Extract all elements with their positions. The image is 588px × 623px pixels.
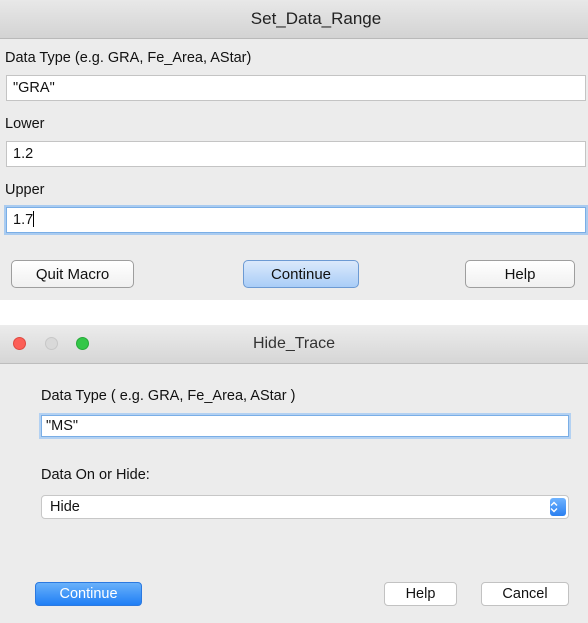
upper-label: Upper <box>5 182 45 198</box>
upper-input[interactable]: 1.7 <box>6 207 586 233</box>
help-button[interactable]: Help <box>384 582 457 606</box>
data-type-label: Data Type (e.g. GRA, Fe_Area, AStar) <box>5 50 252 66</box>
continue-button[interactable]: Continue <box>35 582 142 606</box>
close-icon[interactable] <box>13 337 26 350</box>
dialog-titlebar[interactable]: Hide_Trace <box>0 325 588 364</box>
data-on-or-hide-label: Data On or Hide: <box>41 467 150 483</box>
help-button[interactable]: Help <box>465 260 575 288</box>
upper-value: 1.7 <box>13 212 34 228</box>
lower-input[interactable]: 1.2 <box>6 141 586 167</box>
data-on-or-hide-select[interactable]: Hide <box>41 495 569 519</box>
dialog-title: Set_Data_Range <box>250 9 382 28</box>
dialog-titlebar[interactable]: Set_Data_Range <box>0 0 588 39</box>
lower-label: Lower <box>5 116 45 132</box>
cancel-button[interactable]: Cancel <box>481 582 569 606</box>
hide-trace-dialog: Hide_Trace Data Type ( e.g. GRA, Fe_Area… <box>0 325 588 623</box>
set-data-range-dialog: Set_Data_Range Data Type (e.g. GRA, Fe_A… <box>0 0 588 300</box>
select-value: Hide <box>50 499 80 515</box>
data-type-input[interactable]: "MS" <box>41 415 569 437</box>
data-type-value: "GRA" <box>13 80 55 96</box>
continue-button[interactable]: Continue <box>243 260 359 288</box>
lower-value: 1.2 <box>13 146 34 162</box>
data-type-value: "MS" <box>46 418 79 434</box>
text-caret <box>33 211 35 227</box>
data-type-label: Data Type ( e.g. GRA, Fe_Area, AStar ) <box>41 388 296 404</box>
minimize-icon[interactable] <box>45 337 58 350</box>
updown-chevron-icon <box>550 498 566 516</box>
quit-macro-button[interactable]: Quit Macro <box>11 260 134 288</box>
zoom-icon[interactable] <box>76 337 89 350</box>
data-type-input[interactable]: "GRA" <box>6 75 586 101</box>
dialog-title: Hide_Trace <box>252 335 336 352</box>
